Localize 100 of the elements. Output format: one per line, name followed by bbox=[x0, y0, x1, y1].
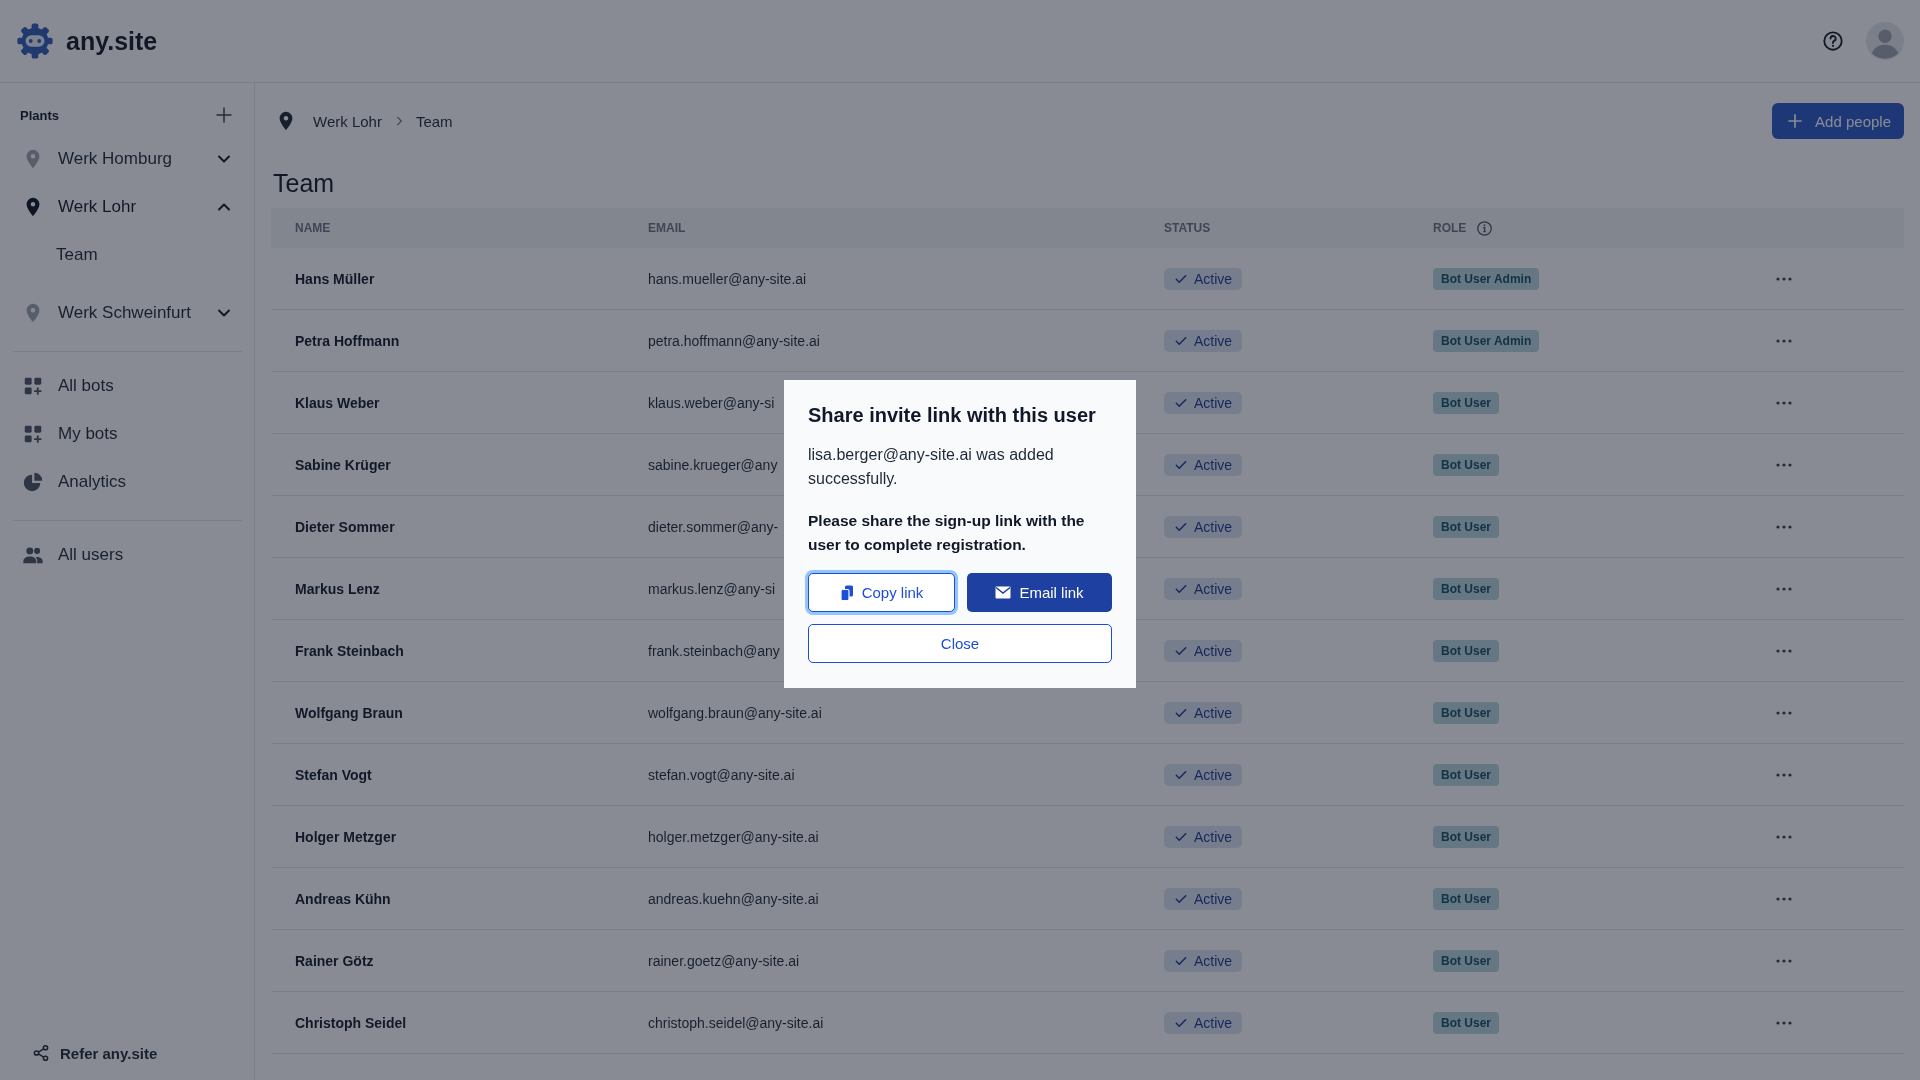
column-header: STATUS bbox=[1164, 221, 1211, 235]
robot-gear-logo-icon bbox=[16, 22, 54, 60]
email-link-button[interactable]: Email link bbox=[967, 573, 1112, 612]
more-options-icon[interactable] bbox=[1775, 1019, 1793, 1026]
table-cell: Christoph Seidel bbox=[295, 1014, 407, 1031]
breadcrumb-link[interactable]: Werk Lohr bbox=[313, 112, 382, 130]
table-cell: Hans Müller bbox=[295, 270, 375, 287]
more-options-icon[interactable] bbox=[1775, 399, 1793, 406]
nav-item[interactable]: All bots bbox=[12, 362, 242, 410]
nav-item[interactable]: Analytics bbox=[12, 458, 242, 506]
role-tag: Bot User bbox=[1433, 391, 1499, 414]
status-tag: Active bbox=[1164, 701, 1243, 724]
refer-link[interactable]: Refer any.site bbox=[12, 1044, 242, 1080]
status-tag: Active bbox=[1164, 267, 1243, 290]
status-tag: Active bbox=[1164, 515, 1243, 538]
dialog-title: Share invite link with this user bbox=[808, 404, 1097, 427]
more-options-icon[interactable] bbox=[1775, 833, 1793, 840]
more-options-icon[interactable] bbox=[1775, 461, 1793, 468]
plant-item[interactable]: Werk Schweinfurt bbox=[12, 289, 242, 337]
table-cell: Klaus Weber bbox=[295, 394, 380, 411]
status-tag: Active bbox=[1164, 763, 1243, 786]
table-cell: petra.hoffmann@any-site.ai bbox=[648, 332, 820, 349]
pie-chart-icon bbox=[22, 471, 44, 493]
plus-icon[interactable] bbox=[214, 105, 234, 125]
breadcrumb-link[interactable]: Team bbox=[415, 112, 453, 130]
table-cell: klaus.weber@any-si bbox=[648, 394, 775, 411]
table-cell: markus.lenz@any-si bbox=[648, 580, 776, 597]
table-cell: rainer.goetz@any-site.ai bbox=[648, 952, 800, 969]
table-cell: Wolfgang Braun bbox=[295, 704, 403, 721]
section-title: Plants bbox=[20, 107, 59, 123]
nav-item[interactable]: All users bbox=[12, 531, 242, 579]
help-icon[interactable] bbox=[1822, 30, 1844, 52]
status-tag: Active bbox=[1164, 949, 1243, 972]
more-options-icon[interactable] bbox=[1775, 337, 1793, 344]
column-header: EMAIL bbox=[648, 221, 686, 235]
column-header: ROLE bbox=[1433, 221, 1467, 235]
share-icon bbox=[32, 1044, 50, 1062]
more-options-icon[interactable] bbox=[1775, 523, 1793, 530]
table-cell: Dieter Sommer bbox=[295, 518, 395, 535]
close-button[interactable]: Close bbox=[808, 624, 1112, 663]
table-cell: frank.steinbach@any bbox=[648, 642, 780, 659]
status-tag: Active bbox=[1164, 639, 1243, 662]
table-cell: stefan.vogt@any-site.ai bbox=[648, 766, 795, 783]
nav-item[interactable]: My bots bbox=[12, 410, 242, 458]
table-cell: andreas.kuehn@any-site.ai bbox=[648, 890, 819, 907]
status-tag: Active bbox=[1164, 329, 1243, 352]
mail-icon bbox=[995, 586, 1012, 599]
table-cell: Markus Lenz bbox=[295, 580, 380, 597]
page-title: Team bbox=[273, 169, 336, 198]
status-tag: Active bbox=[1164, 453, 1243, 476]
role-tag: Bot User bbox=[1433, 639, 1499, 662]
grid-plus-icon bbox=[22, 375, 44, 397]
role-tag: Bot User bbox=[1433, 453, 1499, 476]
more-options-icon[interactable] bbox=[1775, 771, 1793, 778]
table-cell: Petra Hoffmann bbox=[295, 332, 400, 349]
role-tag: Bot User Admin bbox=[1433, 267, 1540, 290]
more-options-icon[interactable] bbox=[1775, 957, 1793, 964]
table-cell: Rainer Götz bbox=[295, 952, 374, 969]
more-options-icon[interactable] bbox=[1775, 647, 1793, 654]
copy-icon bbox=[839, 584, 854, 601]
sidebar-subitem[interactable]: Team bbox=[12, 231, 242, 279]
more-options-icon[interactable] bbox=[1775, 895, 1793, 902]
role-tag: Bot User bbox=[1433, 763, 1499, 786]
table-cell: Sabine Krüger bbox=[295, 456, 391, 473]
more-options-icon[interactable] bbox=[1775, 709, 1793, 716]
grid-plus-icon bbox=[22, 423, 44, 445]
add-people-button[interactable]: Add people bbox=[1772, 103, 1904, 139]
role-tag: Bot User bbox=[1433, 825, 1499, 848]
table-cell: dieter.sommer@any- bbox=[648, 518, 779, 535]
table-cell: christoph.seidel@any-site.ai bbox=[648, 1014, 824, 1031]
role-tag: Bot User bbox=[1433, 949, 1499, 972]
table-cell: Frank Steinbach bbox=[295, 642, 404, 659]
status-tag: Active bbox=[1164, 825, 1243, 848]
users-icon bbox=[22, 544, 44, 566]
table-cell: sabine.krueger@any bbox=[648, 456, 778, 473]
role-tag: Bot User Admin bbox=[1433, 329, 1540, 352]
dialog-message: lisa.berger@any-site.ai was added successfully. bbox=[808, 445, 1055, 489]
table-cell: Andreas Kühn bbox=[295, 890, 391, 907]
copy-link-button[interactable]: Copy link bbox=[808, 573, 955, 612]
status-tag: Active bbox=[1164, 1011, 1243, 1034]
plant-item[interactable]: Werk Homburg bbox=[12, 135, 242, 183]
table-cell: wolfgang.braun@any-site.ai bbox=[648, 704, 822, 721]
dialog-instruction: Please share the sign-up link with the user to complete registration. bbox=[808, 511, 1086, 555]
role-tag: Bot User bbox=[1433, 1011, 1499, 1034]
status-tag: Active bbox=[1164, 887, 1243, 910]
status-tag: Active bbox=[1164, 577, 1243, 600]
table-cell: holger.metzger@any-site.ai bbox=[648, 828, 819, 845]
more-options-icon[interactable] bbox=[1775, 275, 1793, 282]
column-header: NAME bbox=[295, 221, 331, 235]
role-tag: Bot User bbox=[1433, 515, 1499, 538]
role-tag: Bot User bbox=[1433, 701, 1499, 724]
table-cell: hans.mueller@any-site.ai bbox=[648, 270, 807, 287]
table-cell: Stefan Vogt bbox=[295, 766, 372, 783]
logo-text: any.site bbox=[66, 26, 158, 56]
more-options-icon[interactable] bbox=[1775, 585, 1793, 592]
role-tag: Bot User bbox=[1433, 577, 1499, 600]
info-icon bbox=[1476, 219, 1494, 237]
plant-item[interactable]: Werk Lohr bbox=[12, 183, 242, 231]
status-tag: Active bbox=[1164, 391, 1243, 414]
role-tag: Bot User bbox=[1433, 887, 1499, 910]
